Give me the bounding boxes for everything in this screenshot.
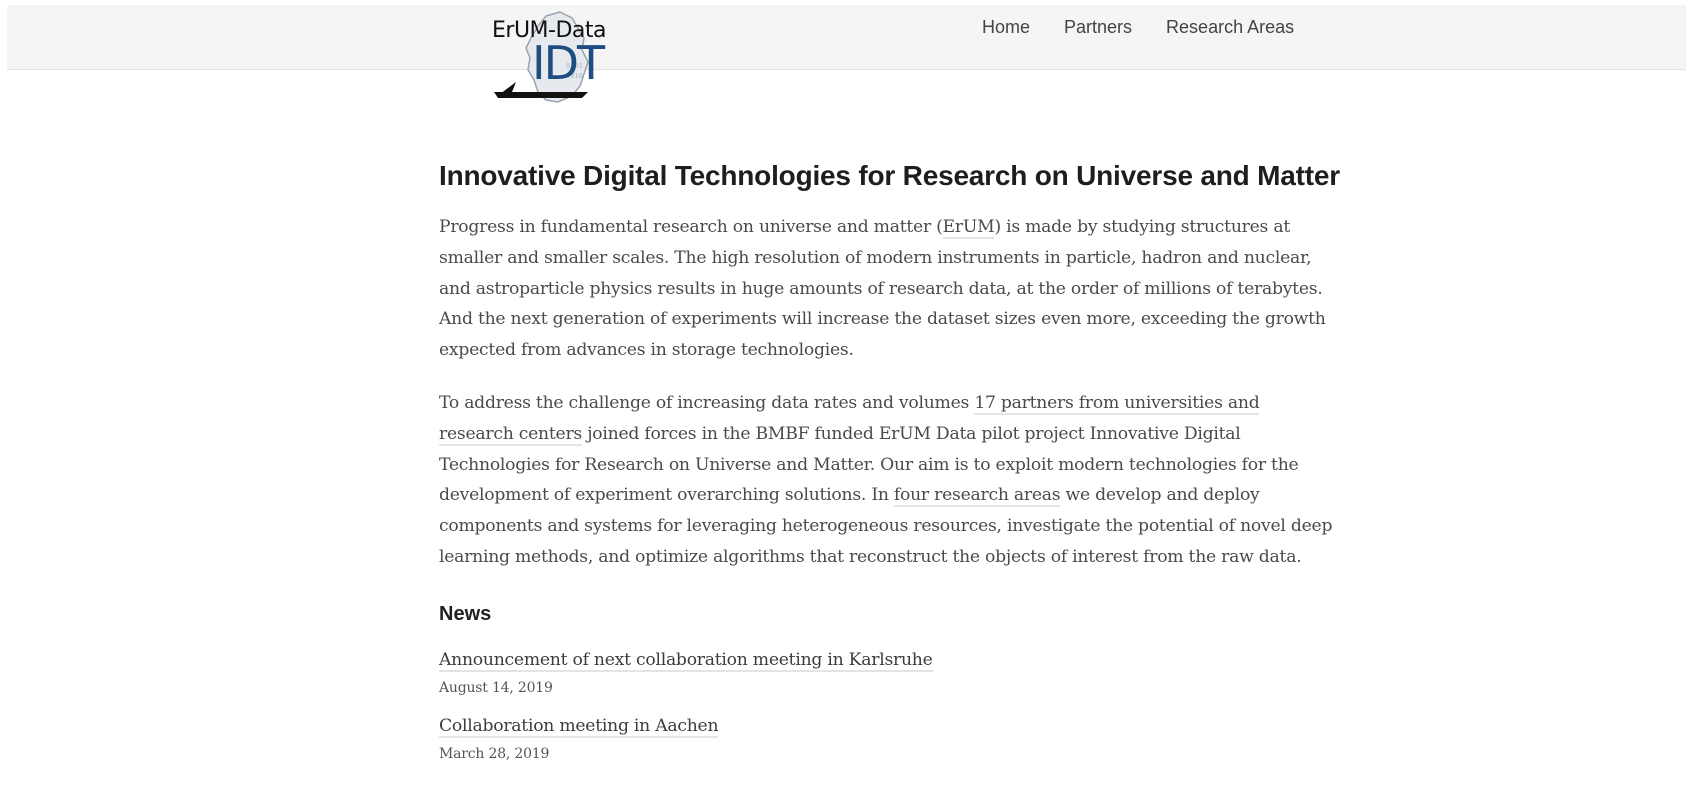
page-title: Innovative Digital Technologies for Rese… — [439, 160, 1340, 191]
intro-paragraph: Progress in fundamental research on univ… — [439, 212, 1339, 366]
research-areas-link[interactable]: four research areas — [893, 485, 1061, 508]
project-paragraph: To address the challenge of increasing d… — [439, 388, 1339, 573]
main-content: Innovative Digital Technologies for Rese… — [439, 160, 1340, 782]
news-heading: News — [439, 602, 492, 625]
news-item-title-link[interactable]: Announcement of next collaboration meeti… — [439, 649, 933, 672]
site-logo[interactable]: 0101 1010 ErUM-Data IDT — [488, 10, 626, 106]
nav-partners-link[interactable]: Partners — [1064, 17, 1132, 38]
project-text-start: To address the challenge of increasing d… — [439, 392, 975, 413]
news-item: Announcement of next collaboration meeti… — [439, 649, 1339, 696]
nav-menu: Home Partners Research Areas — [982, 17, 1294, 38]
nav-home-link[interactable]: Home — [982, 17, 1030, 38]
news-item: Collaboration meeting in Aachen March 28… — [439, 715, 1339, 762]
news-item-date: March 28, 2019 — [439, 745, 550, 762]
erum-link[interactable]: ErUM — [942, 217, 995, 239]
intro-text-end: ) is made by studying structures at smal… — [439, 217, 1326, 361]
news-item-title-link[interactable]: Collaboration meeting in Aachen — [439, 715, 719, 738]
intro-text-start: Progress in fundamental research on univ… — [439, 217, 943, 237]
nav-research-areas-link[interactable]: Research Areas — [1166, 17, 1294, 38]
logo-subtitle: IDT — [532, 36, 605, 90]
navbar: Home Partners Research Areas — [7, 5, 1686, 70]
news-item-date: August 14, 2019 — [439, 679, 553, 696]
